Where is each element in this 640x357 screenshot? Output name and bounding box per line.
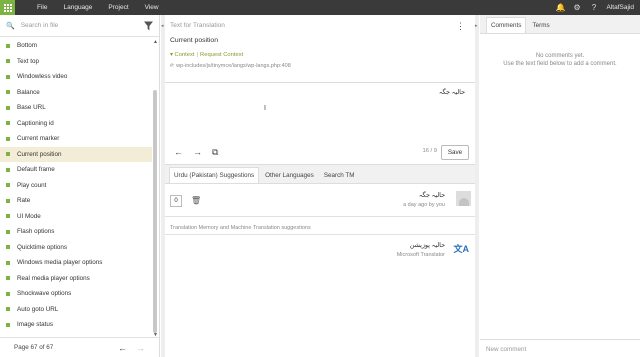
suggestion-text: حالیہ جگہ [418,192,445,199]
status-dot-icon [6,105,10,110]
tab-comments[interactable]: Comments [486,17,527,33]
vote-count[interactable]: 0 [170,195,182,207]
tm-label: Translation Memory and Machine Translati… [165,222,475,235]
menu-language[interactable]: Language [55,4,100,11]
list-item[interactable]: Image status [0,317,152,333]
suggestion-meta: a day ago by you [403,202,445,208]
translation-panel: Text for Translation ⋮ Current position … [165,15,475,357]
top-bar: File Language Project View 🔔 ⚙ ? AltafSa… [0,0,640,15]
next-icon[interactable]: → [193,147,202,158]
bell-icon[interactable]: 🔔 [556,3,566,12]
search-input[interactable]: Search in file [21,22,59,29]
status-dot-icon [6,229,10,234]
string-list-panel: 🔍 Search in file Bottom Text top Windowles… [0,15,160,357]
comments-panel: Comments Terms No comments yet. Use the … [480,15,640,357]
avatar [456,191,471,206]
list-item[interactable]: Quicktime options [0,240,152,256]
suggestion-tabs: Urdu (Pakistan) Suggestions Other Langua… [165,165,475,184]
tm-suggestion-row[interactable]: حالیہ پوزیشن Microsoft Translator 文A [165,235,475,265]
status-dot-icon [6,322,10,327]
list-item[interactable]: Auto goto URL [0,302,152,318]
source-text: Current position [170,37,218,44]
menu-file[interactable]: File [29,4,55,11]
tm-source: Microsoft Translator [396,252,445,258]
previous-icon[interactable]: ← [174,147,183,158]
next-page-icon[interactable]: → [136,343,145,353]
translator-icon: 文A [453,244,470,254]
status-dot-icon [6,291,10,296]
list-item[interactable]: Shockwave options [0,286,152,302]
status-dot-icon [6,167,10,172]
list-item[interactable]: Windows media player options [0,255,152,271]
status-dot-icon [6,276,10,281]
search-icon: 🔍 [6,22,15,30]
source-path: #: wp-includes/js/tinymce/langs/wp-langs… [170,63,291,69]
scrollbar[interactable]: ▲ ▼ [152,38,158,338]
list-item[interactable]: Play count [0,178,152,194]
prev-page-icon[interactable]: ← [118,343,127,353]
status-dot-icon [6,90,10,95]
status-dot-icon [6,43,10,48]
trash-icon[interactable]: 🗑 [191,196,201,205]
list-item[interactable]: Balance [0,85,152,101]
source-section: Text for Translation ⋮ Current position … [165,15,475,83]
tm-text: حالیہ پوزیشن [409,242,445,249]
context-link[interactable]: ▾ Context [170,52,195,58]
menu-project[interactable]: Project [100,4,136,11]
new-comment-input[interactable]: New comment [480,339,640,357]
list-item[interactable]: UI Mode [0,209,152,225]
list-item[interactable]: Bottom [0,38,152,54]
status-dot-icon [6,198,10,203]
char-count: 16 / 9 [422,148,437,154]
more-icon[interactable]: ⋮ [456,21,465,32]
list-item[interactable]: Current position [0,146,152,162]
list-item[interactable]: Rate [0,193,152,209]
page-label: Page 67 of 67 [14,344,54,351]
user-name[interactable]: AltafSajid [607,4,634,11]
empty-comments: No comments yet. Use the text field belo… [503,53,617,67]
comments-tabs: Comments Terms [480,15,640,34]
pager: Page 67 of 67 ← → [0,337,159,357]
status-dot-icon [6,214,10,219]
list-item[interactable]: Current marker [0,131,152,147]
filter-icon[interactable] [144,21,153,31]
text-cursor-icon: I [264,105,266,112]
status-dot-icon [6,59,10,64]
status-dot-icon [6,183,10,188]
menu-view[interactable]: View [137,4,167,11]
status-dot-icon [6,307,10,312]
list-item[interactable]: Captioning id [0,116,152,132]
translation-text[interactable]: حالیہ جگہ [439,89,465,96]
list-item[interactable]: Default frame [0,162,152,178]
status-dot-icon [6,152,10,157]
tab-other-languages[interactable]: Other Languages [261,168,318,183]
list-item[interactable]: Text top [0,54,152,70]
list-item[interactable]: Flash options [0,224,152,240]
list-item[interactable]: Windowless video [0,69,152,85]
tab-suggestions[interactable]: Urdu (Pakistan) Suggestions [169,167,260,183]
copy-source-icon[interactable]: ⧉ [212,147,218,158]
status-dot-icon [6,121,10,126]
request-context-link[interactable]: Request Context [200,52,243,58]
list-item[interactable]: Real media player options [0,271,152,287]
translation-editor[interactable]: حالیہ جگہ I ← → ⧉ 16 / 9 Save [165,83,475,165]
help-icon[interactable]: ? [590,3,599,12]
suggestion-row[interactable]: 0 🗑 حالیہ جگہ a day ago by you [165,184,475,217]
status-dot-icon [6,245,10,250]
save-button[interactable]: Save [441,145,469,160]
tab-terms[interactable]: Terms [528,18,553,33]
collapse-right-handle[interactable]: ▸ [475,15,479,357]
gear-icon[interactable]: ⚙ [573,3,582,12]
status-dot-icon [6,260,10,265]
search-bar: 🔍 Search in file [0,15,159,37]
string-list: Bottom Text top Windowless video Balance Bas… [0,38,152,338]
status-dot-icon [6,136,10,141]
tab-search-tm[interactable]: Search TM [320,168,359,183]
app-grid-icon[interactable] [0,0,15,15]
main-menu: File Language Project View [29,4,167,11]
list-item[interactable]: Base URL [0,100,152,116]
source-label: Text for Translation [170,22,225,29]
status-dot-icon [6,74,10,79]
